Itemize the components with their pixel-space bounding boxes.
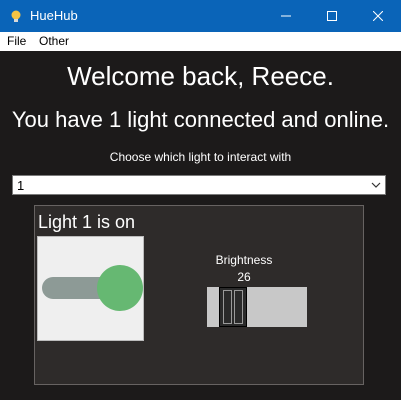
maximize-icon: [327, 11, 337, 21]
title-bar[interactable]: HueHub: [0, 0, 401, 32]
brightness-slider-handle[interactable]: [219, 287, 247, 327]
brightness-label: Brightness: [215, 253, 273, 267]
close-button[interactable]: [355, 0, 401, 32]
menu-bar: File Other: [0, 32, 401, 51]
power-toggle[interactable]: [37, 236, 144, 341]
menu-other[interactable]: Other: [39, 34, 69, 49]
light-select-value: 1: [17, 178, 25, 193]
connection-status: You have 1 light connected and online.: [11, 107, 390, 132]
maximize-button[interactable]: [309, 0, 355, 32]
menu-file[interactable]: File: [7, 34, 26, 49]
toggle-knob: [97, 265, 143, 311]
light-select-label: Choose which light to interact with: [109, 150, 292, 164]
minimize-button[interactable]: [263, 0, 309, 32]
light-control-panel: Light 1 is on Brightness 26: [34, 205, 364, 385]
light-select[interactable]: 1: [12, 175, 386, 195]
brightness-value: 26: [237, 270, 251, 284]
minimize-icon: [281, 15, 291, 17]
window-title: HueHub: [30, 8, 78, 23]
welcome-heading: Welcome back, Reece.: [67, 61, 334, 91]
brightness-slider[interactable]: [207, 287, 307, 327]
close-icon: [373, 11, 383, 21]
lightbulb-icon: [11, 10, 21, 22]
light-status-label: Light 1 is on: [38, 212, 136, 232]
chevron-down-icon: [371, 182, 381, 188]
